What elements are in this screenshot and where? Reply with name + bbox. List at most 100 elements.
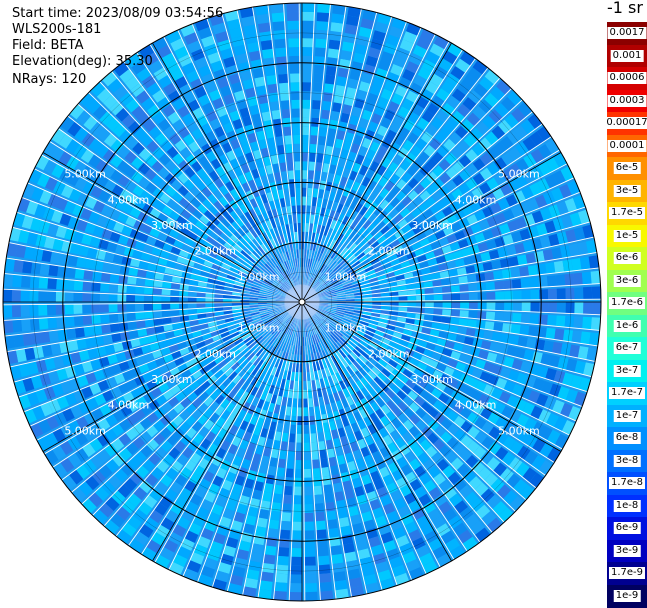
range-gate — [503, 290, 514, 301]
range-ring-label: 5.00km — [498, 424, 540, 437]
colorbar-label: 0.0001 — [607, 139, 647, 152]
range-gate — [268, 519, 280, 530]
colorbar-segment: 0.0017 — [607, 22, 647, 45]
range-gate — [291, 548, 302, 558]
range-gate — [530, 289, 540, 300]
range-gate — [556, 302, 566, 314]
range-gate — [329, 30, 343, 42]
range-gate — [170, 303, 180, 309]
range-gate — [468, 283, 478, 292]
colorbar-label: 3e-7 — [613, 364, 641, 377]
range-ring-label: 4.00km — [108, 399, 150, 412]
range-gate — [292, 504, 302, 514]
range-gate — [38, 317, 49, 330]
range-gate — [64, 291, 74, 302]
range-gate — [266, 74, 277, 85]
range-gate — [82, 281, 92, 291]
range-gate — [304, 547, 316, 558]
range-gate — [152, 295, 162, 302]
range-gate — [302, 126, 310, 136]
range-gate — [312, 468, 321, 478]
range-gate — [425, 302, 434, 308]
range-gate — [38, 276, 49, 289]
range-gate — [259, 580, 273, 591]
range-gate — [323, 484, 333, 495]
range-gate — [281, 108, 291, 119]
range-ring-label: 1.00km — [238, 270, 280, 283]
colorbar-label: 6e-7 — [613, 342, 641, 355]
range-gate — [311, 450, 319, 460]
range-gate — [281, 512, 291, 522]
radar-center-marker — [298, 298, 306, 306]
range-gate — [302, 398, 308, 408]
range-gate — [314, 47, 327, 57]
range-gate — [302, 161, 309, 171]
range-gate — [295, 178, 301, 188]
range-gate — [99, 303, 109, 313]
range-gate — [304, 574, 317, 584]
range-gate — [117, 303, 127, 312]
range-ring-label: 3.00km — [151, 373, 193, 386]
range-gate — [126, 312, 136, 321]
colorbar-segment: 1e-6 — [607, 314, 647, 338]
ppi-plot: 1.00km 1.00km1.00km 1.00km2.00km 2.00km2.00… — [2, 2, 602, 602]
range-gate — [325, 65, 337, 76]
colorbar-label: 0.0017 — [607, 27, 647, 40]
range-gate — [331, 553, 344, 565]
range-gate — [285, 144, 293, 154]
range-gate — [398, 296, 408, 302]
range-gate — [495, 302, 505, 311]
elevation-text: Elevation(deg): 35.30 — [12, 54, 153, 69]
range-gate — [29, 276, 40, 289]
range-gate — [267, 83, 278, 94]
range-gate — [338, 517, 350, 528]
range-gate — [290, 82, 301, 92]
range-gate — [460, 302, 470, 310]
range-gate — [276, 555, 289, 566]
range-gate — [302, 11, 315, 21]
range-gate — [590, 270, 601, 285]
range-gate — [11, 304, 21, 318]
range-gate — [562, 259, 573, 272]
range-gate — [546, 275, 557, 287]
range-gate — [38, 304, 48, 316]
range-gate — [144, 311, 154, 319]
colorbar-segment: 1e-9 — [607, 584, 647, 608]
range-gate — [581, 271, 592, 285]
range-gate — [260, 39, 273, 51]
range-gate — [303, 468, 312, 478]
range-gate — [82, 315, 93, 325]
range-gate — [565, 302, 575, 314]
range-gate — [295, 170, 301, 180]
range-gate — [545, 327, 556, 340]
colorbar-label: 1e-5 — [613, 229, 641, 242]
range-gate — [433, 302, 443, 309]
colorbar-segment: 0.001 — [607, 44, 647, 68]
range-gate — [268, 92, 279, 103]
range-gate — [372, 297, 382, 302]
range-gate — [548, 302, 558, 313]
range-gate — [330, 545, 342, 556]
range-gate — [424, 295, 434, 301]
range-gate — [290, 556, 302, 566]
instrument-text: WLS200s-181 — [12, 22, 102, 37]
range-gate — [312, 91, 323, 101]
range-gate — [82, 292, 92, 302]
range-gate — [99, 293, 109, 302]
range-gate — [303, 477, 312, 487]
range-gate — [304, 583, 318, 593]
range-gate — [504, 302, 514, 312]
range-gate — [100, 313, 110, 324]
range-gate — [554, 328, 565, 341]
range-gate — [286, 11, 300, 21]
range-gate — [39, 331, 51, 344]
colorbar-segment: 1.7e-5 — [607, 202, 647, 225]
range-gate — [316, 20, 329, 31]
field-text: Field: BETA — [12, 38, 84, 53]
range-gate — [280, 520, 291, 531]
range-gate — [517, 254, 528, 266]
range-gate — [90, 292, 100, 302]
range-gate — [292, 512, 302, 522]
range-gate — [315, 29, 328, 40]
range-gate — [48, 330, 59, 342]
